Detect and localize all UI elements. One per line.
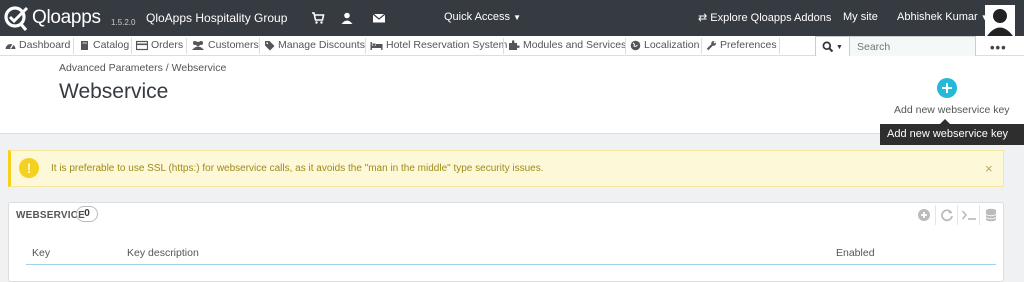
close-icon[interactable]: ×: [985, 161, 993, 176]
quick-access-label: Quick Access: [444, 11, 511, 23]
count-badge: 0: [76, 206, 98, 222]
column-header-key[interactable]: Key: [32, 247, 50, 259]
nav-label: Manage Discounts: [278, 39, 365, 51]
nav-divider: [365, 38, 366, 54]
search-icon: [822, 41, 834, 53]
column-header-description[interactable]: Key description: [127, 247, 199, 259]
nav-divider: [73, 38, 74, 54]
nav-label: Customers: [208, 39, 259, 51]
add-new-button[interactable]: [913, 205, 935, 225]
more-menu-button[interactable]: •••: [990, 40, 1007, 55]
warning-icon: !: [19, 158, 39, 178]
qloapps-logo-icon: [4, 6, 29, 31]
nav-label: Orders: [151, 39, 184, 51]
webservice-panel: WEBSERVICE 0 Key Key description Enabled: [8, 202, 1004, 282]
add-button-label: Add new webservice key: [894, 104, 1010, 116]
nav-item-preferences[interactable]: Preferences: [706, 39, 777, 51]
nav-item-modules[interactable]: Modules and Services: [508, 39, 626, 51]
breadcrumb[interactable]: Advanced Parameters / Webservice: [59, 62, 226, 74]
page-header: Advanced Parameters / Webservice Webserv…: [0, 56, 1024, 134]
nav-item-hotel-reservation[interactable]: Hotel Reservation System: [370, 39, 507, 51]
add-icon: [918, 209, 930, 221]
caret-down-icon: ▼: [513, 13, 522, 22]
nav-divider: [701, 38, 702, 54]
tag-icon: [265, 40, 275, 50]
search-box: ▼: [815, 36, 976, 58]
envelope-icon[interactable]: [372, 11, 386, 25]
nav-divider: [503, 38, 504, 54]
ssl-warning-alert: ! It is preferable to use SSL (https:) f…: [8, 150, 1004, 187]
avatar[interactable]: [985, 5, 1015, 36]
users-icon: [192, 40, 204, 50]
table-header-row: Key Key description Enabled: [26, 243, 996, 265]
quick-access-dropdown[interactable]: Quick Access ▼: [444, 11, 521, 23]
nav-item-orders[interactable]: Orders: [136, 39, 183, 51]
nav-label: Localization: [644, 39, 700, 51]
alert-message: It is preferable to use SSL (https:) for…: [51, 163, 544, 174]
nav-label: Modules and Services: [523, 39, 627, 51]
book-icon: [81, 40, 88, 50]
explore-addons-link[interactable]: ⇄ Explore Qloapps Addons: [698, 11, 831, 24]
plus-circle-icon: [937, 78, 957, 98]
my-site-link[interactable]: My site: [843, 11, 878, 23]
nav-item-localization[interactable]: Localization: [630, 39, 699, 51]
refresh-button[interactable]: [935, 205, 957, 225]
explore-label: Explore Qloapps Addons: [710, 12, 832, 24]
export-button[interactable]: [979, 205, 1001, 225]
user-icon[interactable]: [340, 11, 354, 25]
nav-label: Hotel Reservation System: [386, 39, 508, 51]
nav-label: Catalog: [93, 39, 130, 51]
nav-label: Preferences: [720, 39, 777, 51]
cart-icon[interactable]: [311, 11, 325, 25]
nav-item-customers[interactable]: Customers: [191, 39, 259, 51]
page-title: Webservice: [59, 80, 169, 103]
database-icon: [985, 208, 996, 222]
search-input[interactable]: [851, 37, 975, 57]
shop-name-link[interactable]: QloApps Hospitality Group: [146, 11, 287, 25]
panel-title: WEBSERVICE: [16, 210, 86, 221]
nav-item-catalog[interactable]: Catalog: [79, 39, 129, 51]
caret-down-icon: ▼: [836, 43, 843, 51]
nav-divider: [259, 38, 260, 54]
puzzle-icon: [509, 39, 520, 50]
panel-heading: WEBSERVICE 0: [9, 203, 1003, 227]
external-link-icon: ⇄: [698, 12, 708, 24]
search-type-button[interactable]: ▼: [816, 37, 850, 57]
globe-icon: [630, 40, 641, 50]
nav-label: Dashboard: [19, 39, 71, 51]
sql-icon: [961, 210, 976, 220]
nav-divider: [186, 38, 187, 54]
refresh-icon: [940, 209, 953, 222]
logo-text: Qloapps: [32, 7, 101, 28]
nav-item-manage-discounts[interactable]: Manage Discounts: [264, 39, 365, 51]
bed-icon: [370, 41, 383, 50]
user-menu[interactable]: Abhishek Kumar ▼: [897, 11, 989, 23]
panel-toolbar: [913, 205, 1001, 225]
wrench-icon: [706, 40, 716, 50]
avatar-silhouette-icon: [987, 9, 1013, 36]
user-name: Abhishek Kumar: [897, 11, 978, 23]
sql-query-button[interactable]: [957, 205, 979, 225]
nav-divider: [625, 38, 626, 54]
nav-divider: [131, 38, 132, 54]
top-bar: Qloapps 1.5.2.0 QloApps Hospitality Grou…: [0, 0, 1024, 36]
nav-divider: [779, 38, 780, 54]
column-header-enabled[interactable]: Enabled: [836, 247, 875, 259]
nav-item-dashboard[interactable]: Dashboard: [5, 39, 70, 51]
dashboard-icon: [5, 43, 16, 49]
version-label: 1.5.2.0: [111, 18, 136, 27]
tooltip: Add new webservice key: [880, 119, 1024, 145]
add-webservice-key-button[interactable]: Add new webservice key: [893, 76, 1010, 118]
credit-card-icon: [136, 40, 148, 50]
